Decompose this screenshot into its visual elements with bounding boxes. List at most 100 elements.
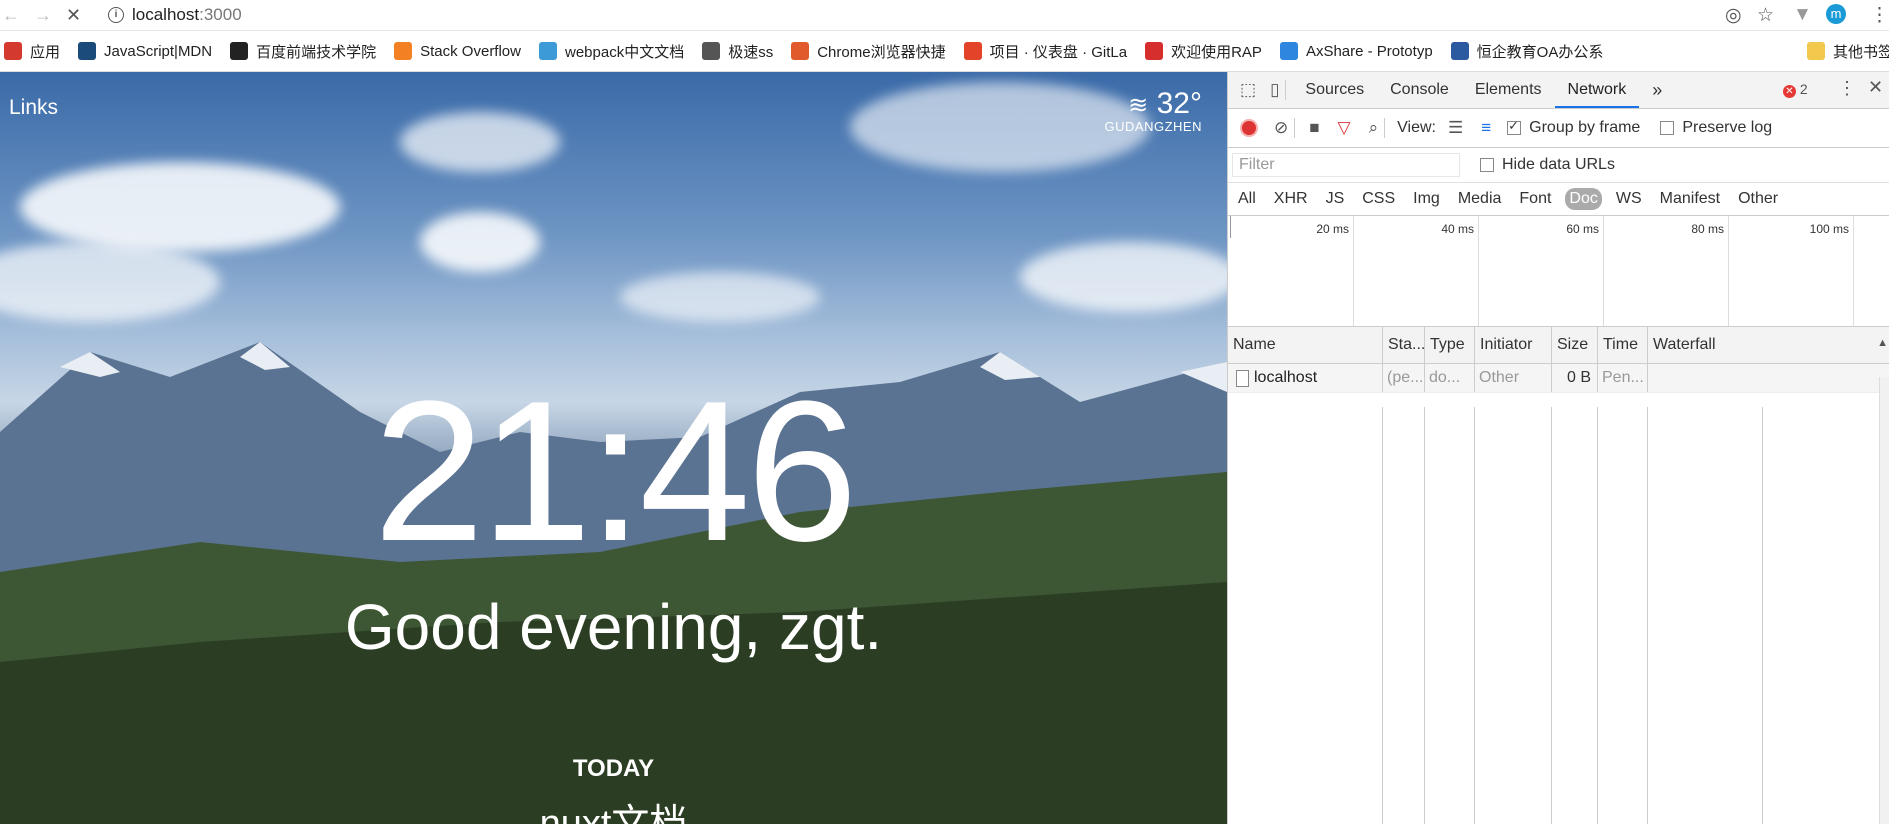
bookmark-label: webpack中文文档 <box>565 43 685 61</box>
bookmark-item[interactable]: 其他书签 <box>1806 41 1889 62</box>
url-port: :3000 <box>199 5 242 24</box>
bookmark-item[interactable]: 应用 <box>4 41 60 62</box>
bookmark-item[interactable]: 极速ss <box>702 41 773 62</box>
cloud-icon <box>1279 42 1298 60</box>
devtools-panel: ⬚ ▯ Sources Console Elements Network » ✕… <box>1227 72 1889 824</box>
bookmark-item[interactable]: JavaScript|MDN <box>78 42 212 60</box>
bookmark-item[interactable]: Chrome浏览器快捷 <box>791 41 946 62</box>
type-filter-xhr[interactable]: XHR <box>1270 189 1312 209</box>
extension-icon[interactable]: m <box>1826 4 1846 24</box>
capture-screenshots-icon[interactable]: ■ <box>1309 118 1319 138</box>
col-time-header[interactable]: Time <box>1597 327 1647 363</box>
col-name-header[interactable]: Name <box>1228 327 1382 363</box>
cloud <box>400 112 560 172</box>
bookmark-item[interactable]: 百度前端技术学院 <box>230 41 376 62</box>
type-filter-manifest[interactable]: Manifest <box>1656 189 1724 209</box>
device-toolbar-icon[interactable]: ▯ <box>1270 80 1279 100</box>
type-filter-media[interactable]: Media <box>1454 189 1506 209</box>
menu-icon[interactable]: ⋮ <box>1870 4 1889 27</box>
col-size-header[interactable]: Size <box>1551 327 1597 363</box>
close-devtools-icon[interactable]: ✕ <box>1868 77 1883 98</box>
waterfall-overview-icon[interactable]: ≡ <box>1481 118 1491 138</box>
preserve-log-checkbox[interactable]: Preserve log <box>1660 119 1772 137</box>
timeline-overview[interactable]: 20 ms 40 ms 60 ms 80 ms 100 ms <box>1228 216 1889 327</box>
stop-icon[interactable]: ✕ <box>66 5 81 26</box>
vue-devtools-icon[interactable]: ▼ <box>1793 4 1812 26</box>
bookmark-item[interactable]: 项目 · 仪表盘 · GitLa <box>963 41 1127 62</box>
search-icon[interactable]: ⌕ <box>1369 118 1379 138</box>
column-divider <box>1424 364 1425 392</box>
type-filter-img[interactable]: Img <box>1409 189 1444 209</box>
col-initiator-header[interactable]: Initiator <box>1474 327 1551 363</box>
bookmark-item[interactable]: AxShare - Prototyp <box>1279 42 1433 60</box>
address-bar: ← → ✕ i localhost:3000 ◎ ☆ ▼ m ⋮ <box>0 0 1889 31</box>
timeline-gridline <box>1478 216 1479 326</box>
error-counter[interactable]: ✕ 2 <box>1783 81 1808 98</box>
col-waterfall-header[interactable]: Waterfall <box>1647 327 1880 363</box>
location-icon[interactable]: ◎ <box>1725 4 1742 27</box>
bookmark-item[interactable]: Stack Overflow <box>394 42 521 60</box>
devtools-menu-icon[interactable]: ⋮ <box>1838 78 1856 99</box>
links-button[interactable]: Links <box>9 96 58 120</box>
timeline-gridline <box>1728 216 1729 326</box>
bookmark-item[interactable]: 恒企教育OA办公系 <box>1450 41 1603 62</box>
cloud <box>20 162 340 252</box>
column-divider <box>1424 407 1425 824</box>
today-focus[interactable]: nuxt文档 <box>0 792 1227 824</box>
weather-widget[interactable]: ≋ 32° GUDANGZHEN <box>1105 87 1202 134</box>
record-icon[interactable] <box>1240 119 1258 137</box>
filter-bar: Filter Hide data URLs <box>1228 148 1889 183</box>
baidu-icon <box>230 42 249 60</box>
col-type-header[interactable]: Type <box>1424 327 1474 363</box>
table-row[interactable]: localhost (pe... do... Other 0 B Pen... <box>1228 364 1889 393</box>
type-filter-doc[interactable]: Doc <box>1565 188 1602 210</box>
tab-console[interactable]: Console <box>1377 72 1462 108</box>
divider <box>1384 118 1386 138</box>
cell-initiator: Other <box>1479 369 1520 386</box>
forward-icon[interactable]: → <box>34 5 52 26</box>
type-filter-ws[interactable]: WS <box>1612 189 1646 209</box>
timeline-start-marker <box>1230 216 1231 238</box>
type-filter-font[interactable]: Font <box>1515 189 1555 209</box>
type-filter-css[interactable]: CSS <box>1358 189 1399 209</box>
star-icon[interactable]: ☆ <box>1757 4 1774 27</box>
col-status-header[interactable]: Sta... <box>1382 327 1424 363</box>
cell-size: 0 B <box>1566 369 1591 386</box>
apps-grid-icon <box>4 42 22 60</box>
inspect-element-icon[interactable]: ⬚ <box>1240 80 1256 100</box>
url-host: localhost <box>132 5 200 24</box>
jian-icon <box>791 42 810 60</box>
type-filter-other[interactable]: Other <box>1734 189 1782 209</box>
bookmark-label: 其他书签 <box>1832 43 1889 61</box>
bookmark-label: 极速ss <box>728 43 774 61</box>
stackoverflow-icon <box>394 42 413 60</box>
filter-icon[interactable]: ▽ <box>1338 118 1351 138</box>
type-filter-js[interactable]: JS <box>1322 189 1349 209</box>
filter-input[interactable]: Filter <box>1232 153 1460 177</box>
group-by-frame-label: Group by frame <box>1529 119 1641 136</box>
tab-network[interactable]: Network <box>1554 72 1640 108</box>
scrollbar[interactable] <box>1879 377 1889 824</box>
view-label: View: <box>1397 119 1436 136</box>
column-divider <box>1762 407 1763 824</box>
type-filter-all[interactable]: All <box>1234 189 1260 209</box>
url-input[interactable]: i localhost:3000 <box>100 0 1770 30</box>
divider <box>1285 80 1287 100</box>
back-icon[interactable]: ← <box>2 5 20 26</box>
group-by-frame-checkbox[interactable]: Group by frame <box>1507 118 1641 137</box>
more-tabs-icon[interactable]: » <box>1639 72 1675 108</box>
bookmark-item[interactable]: 欢迎使用RAP <box>1145 41 1262 62</box>
bookmark-item[interactable]: webpack中文文档 <box>539 41 684 62</box>
paper-plane-icon <box>702 42 721 60</box>
column-divider <box>1647 407 1648 824</box>
sort-ascending-icon[interactable]: ▲ <box>1877 337 1888 349</box>
hide-data-urls-checkbox[interactable]: Hide data URLs <box>1480 156 1615 174</box>
tab-sources[interactable]: Sources <box>1292 72 1377 108</box>
column-divider <box>1474 407 1475 824</box>
devtools-tabbar: ⬚ ▯ Sources Console Elements Network » ✕… <box>1228 72 1889 109</box>
column-divider <box>1474 364 1475 392</box>
info-icon[interactable]: i <box>108 7 124 23</box>
clear-icon[interactable]: ⊘ <box>1274 118 1288 138</box>
tab-elements[interactable]: Elements <box>1462 72 1555 108</box>
large-rows-icon[interactable]: ☰ <box>1448 118 1463 138</box>
